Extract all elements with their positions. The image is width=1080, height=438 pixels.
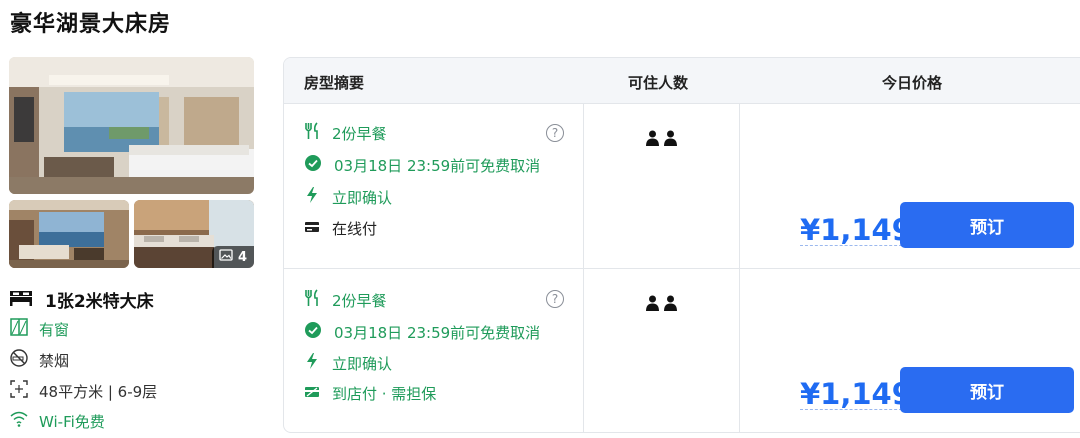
bed-icon [9, 288, 33, 311]
breakfast-label: 2份早餐 [332, 291, 387, 310]
confirm-info: 立即确认 [304, 352, 392, 374]
no-smoking-icon [9, 348, 29, 372]
lightning-icon [304, 186, 320, 208]
image-icon [219, 249, 233, 265]
facility-label: 禁烟 [39, 351, 70, 370]
header-summary: 房型摘要 [304, 74, 365, 92]
check-circle-icon [304, 154, 322, 176]
facility-window: 有窗 [9, 317, 69, 341]
person-icon [664, 130, 677, 150]
utensils-icon [304, 122, 320, 144]
bed-info: 1张2米特大床 [9, 287, 154, 312]
facility-wifi: Wi-Fi免费 [9, 410, 105, 432]
row-divider [284, 268, 1080, 269]
facility-no-smoking: 禁烟 [9, 348, 69, 372]
photo-count-badge[interactable]: 4 [211, 246, 254, 268]
book-button[interactable]: 预订 [900, 367, 1074, 413]
table-header: 房型摘要 可住人数 今日价格 [284, 58, 1080, 104]
occupancy-2-guests [646, 295, 677, 315]
facility-label: 48平方米 | 6-9层 [39, 382, 158, 401]
breakfast-info: 2份早餐 [304, 289, 387, 311]
cancel-policy[interactable]: 03月18日 23:59前可免费取消 [304, 321, 540, 343]
breakfast-label: 2份早餐 [332, 124, 387, 143]
header-occupancy: 可住人数 [628, 74, 689, 92]
area-icon [9, 379, 29, 403]
confirm-info: 立即确认 [304, 186, 392, 208]
wifi-icon [9, 410, 29, 432]
payment-label: 在线付 [332, 220, 378, 238]
help-icon[interactable]: ? [546, 290, 564, 308]
guarantee-card-icon [304, 385, 320, 403]
person-icon [646, 295, 659, 315]
room-photo-thumbnail[interactable] [9, 200, 129, 268]
rate-table: 房型摘要 可住人数 今日价格 2份早餐 ? 03月18日 23:59前可免费取消… [283, 57, 1080, 433]
bed-label: 1张2米特大床 [45, 292, 154, 312]
payment-info: 到店付 · 需担保 [304, 383, 436, 404]
confirm-label: 立即确认 [332, 354, 393, 373]
header-price: 今日价格 [882, 74, 943, 92]
payment-info: 在线付 [304, 218, 377, 239]
cancel-label: 03月18日 23:59前可免费取消 [334, 323, 541, 342]
facility-label: Wi-Fi免费 [39, 412, 105, 431]
lightning-icon [304, 352, 320, 374]
price[interactable]: ¥1,149 [800, 215, 912, 246]
person-icon [646, 130, 659, 150]
cancel-label: 03月18日 23:59前可免费取消 [334, 156, 541, 175]
breakfast-info: 2份早餐 [304, 122, 387, 144]
price[interactable]: ¥1,149 [800, 379, 912, 410]
room-main-photo[interactable] [9, 57, 254, 194]
photo-count: 4 [237, 249, 247, 265]
window-icon [9, 317, 29, 341]
book-button[interactable]: 预订 [900, 202, 1074, 248]
check-circle-icon [304, 321, 322, 343]
room-photo-thumbnail[interactable]: 4 [134, 200, 254, 268]
occupancy-2-guests [646, 130, 677, 150]
cancel-policy[interactable]: 03月18日 23:59前可免费取消 [304, 154, 540, 176]
help-icon[interactable]: ? [546, 124, 564, 142]
payment-label: 到店付 · 需担保 [332, 385, 437, 403]
credit-card-icon [304, 220, 320, 238]
room-title: 豪华湖景大床房 [10, 12, 172, 37]
confirm-label: 立即确认 [332, 188, 393, 207]
facility-label: 有窗 [39, 320, 70, 339]
person-icon [664, 295, 677, 315]
facility-area-floor: 48平方米 | 6-9层 [9, 379, 157, 403]
utensils-icon [304, 289, 320, 311]
